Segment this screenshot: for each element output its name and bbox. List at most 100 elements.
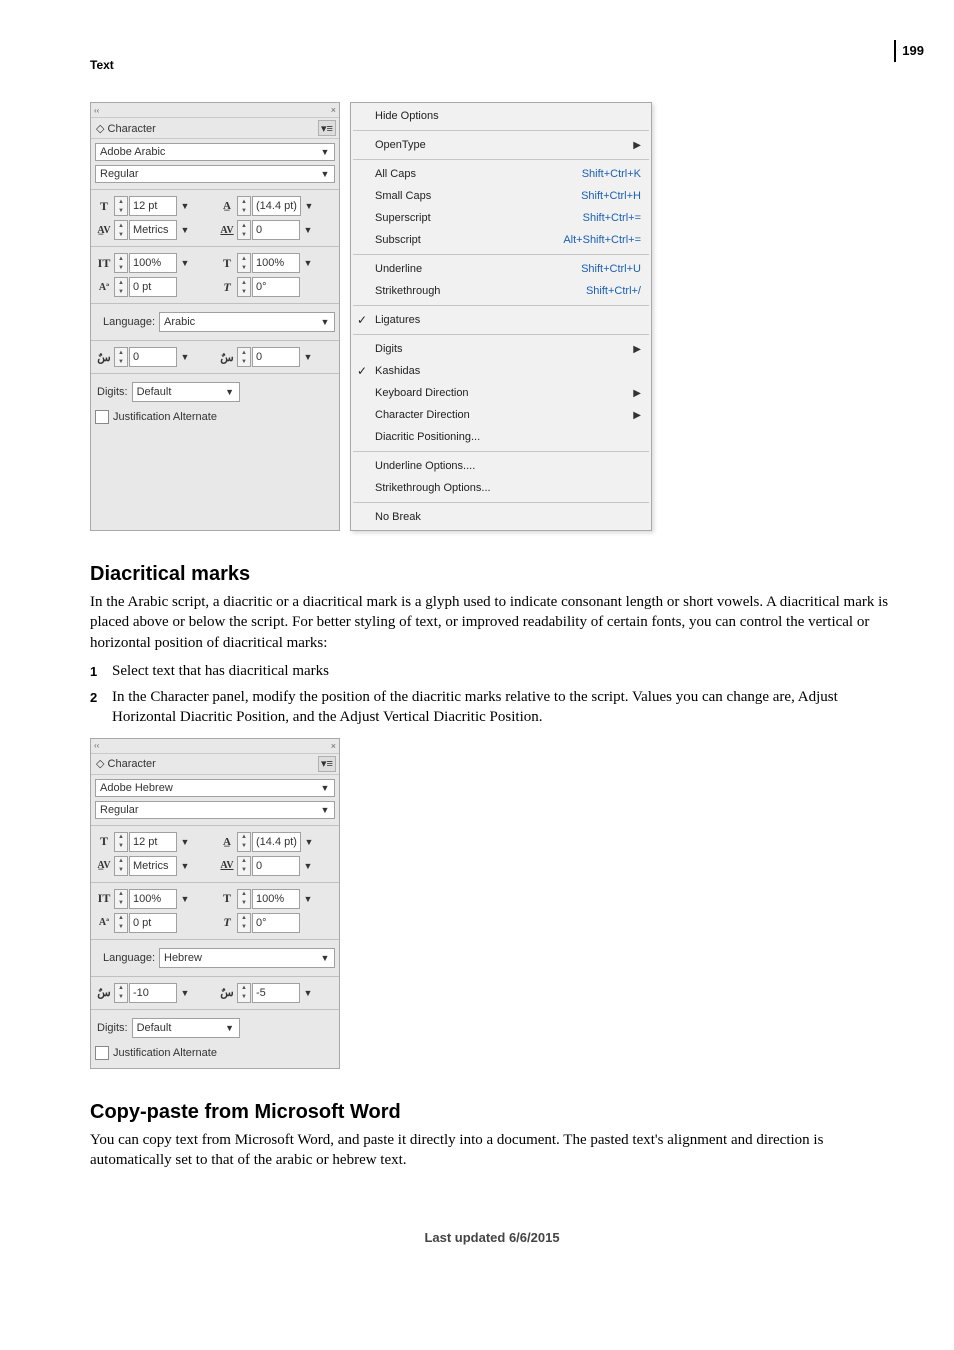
panel-menu-icon[interactable]: ▾≡ (318, 756, 336, 772)
chevron-down-icon[interactable]: ▼ (301, 985, 315, 1001)
kerning-field[interactable]: Metrics (129, 220, 177, 240)
leading-field[interactable]: (14.4 pt) (252, 832, 301, 852)
font-size-field[interactable]: 12 pt (129, 196, 177, 216)
menu-kashidas[interactable]: ✓Kashidas (351, 360, 651, 382)
vdiac-stepper[interactable]: ▲▼ (237, 983, 251, 1003)
font-style-field[interactable]: Regular ▼ (95, 165, 335, 183)
leading-field[interactable]: (14.4 pt) (252, 196, 301, 216)
justification-alternate-checkbox[interactable] (95, 410, 109, 424)
close-icon[interactable]: × (331, 105, 336, 115)
baseline-stepper[interactable]: ▲▼ (114, 277, 128, 297)
hdiac-stepper[interactable]: ▲▼ (114, 983, 128, 1003)
menu-no-break[interactable]: No Break (351, 506, 651, 528)
menu-hide-options[interactable]: Hide Options (351, 105, 651, 127)
baseline-field[interactable]: 0 pt (129, 913, 177, 933)
chevron-down-icon[interactable]: ▼ (178, 349, 192, 365)
skew-stepper[interactable]: ▲▼ (237, 913, 251, 933)
font-family-field[interactable]: Adobe Arabic ▼ (95, 143, 335, 161)
menu-strikethrough[interactable]: StrikethroughShift+Ctrl+/ (351, 280, 651, 302)
menu-keyboard-direction[interactable]: Keyboard Direction▶ (351, 382, 651, 404)
language-field[interactable]: Hebrew ▼ (159, 948, 335, 968)
tracking-stepper[interactable]: ▲▼ (237, 220, 251, 240)
baseline-field[interactable]: 0 pt (129, 277, 177, 297)
size-stepper[interactable]: ▲▼ (114, 196, 128, 216)
check-icon: ✓ (357, 313, 367, 327)
font-style-field[interactable]: Regular ▼ (95, 801, 335, 819)
heading-diacritical-marks: Diacritical marks (90, 563, 894, 586)
chevron-down-icon[interactable]: ▼ (178, 255, 192, 271)
size-stepper[interactable]: ▲▼ (114, 832, 128, 852)
language-field[interactable]: Arabic ▼ (159, 312, 335, 332)
digits-field[interactable]: Default ▼ (132, 382, 240, 402)
kerning-stepper[interactable]: ▲▼ (114, 856, 128, 876)
menu-subscript[interactable]: SubscriptAlt+Shift+Ctrl+= (351, 229, 651, 251)
chevron-down-icon[interactable]: ▼ (178, 891, 192, 907)
hscale-stepper[interactable]: ▲▼ (237, 253, 251, 273)
chevron-down-icon[interactable]: ▼ (301, 891, 315, 907)
vdiac-field[interactable]: 0 (252, 347, 300, 367)
chevron-down-icon[interactable]: ▼ (178, 198, 192, 214)
tracking-stepper[interactable]: ▲▼ (237, 856, 251, 876)
chevron-down-icon[interactable]: ▼ (302, 834, 316, 850)
digits-field[interactable]: Default ▼ (132, 1018, 240, 1038)
menu-ligatures[interactable]: ✓Ligatures (351, 309, 651, 331)
chevron-down-icon[interactable]: ▼ (301, 349, 315, 365)
kerning-field[interactable]: Metrics (129, 856, 177, 876)
hdiac-stepper[interactable]: ▲▼ (114, 347, 128, 367)
chevron-down-icon: ▼ (318, 780, 332, 796)
vscale-field[interactable]: 100% (129, 889, 177, 909)
paragraph-copy-paste: You can copy text from Microsoft Word, a… (90, 1130, 894, 1171)
font-size-field[interactable]: 12 pt (129, 832, 177, 852)
tracking-field[interactable]: 0 (252, 220, 300, 240)
hscale-field[interactable]: 100% (252, 253, 300, 273)
leading-stepper[interactable]: ▲▼ (237, 832, 251, 852)
kerning-stepper[interactable]: ▲▼ (114, 220, 128, 240)
collapse-arrows-icon[interactable]: ‹‹ (94, 741, 99, 750)
hdiac-field[interactable]: -10 (129, 983, 177, 1003)
menu-character-direction[interactable]: Character Direction▶ (351, 404, 651, 426)
vdiac-stepper[interactable]: ▲▼ (237, 347, 251, 367)
character-panel-menu: Hide Options OpenType▶ All CapsShift+Ctr… (350, 102, 652, 531)
chevron-down-icon[interactable]: ▼ (301, 222, 315, 238)
collapse-arrows-icon[interactable]: ‹‹ (94, 106, 99, 115)
chevron-down-icon[interactable]: ▼ (178, 834, 192, 850)
hscale-field[interactable]: 100% (252, 889, 300, 909)
chevron-down-icon[interactable]: ▼ (301, 255, 315, 271)
chevron-down-icon: ▼ (318, 314, 332, 330)
menu-all-caps[interactable]: All CapsShift+Ctrl+K (351, 163, 651, 185)
font-family-field[interactable]: Adobe Hebrew ▼ (95, 779, 335, 797)
digits-value: Default (137, 386, 172, 398)
baseline-stepper[interactable]: ▲▼ (114, 913, 128, 933)
vscale-icon: IT (95, 254, 113, 272)
menu-diacritic-positioning[interactable]: Diacritic Positioning... (351, 426, 651, 448)
panel-menu-icon[interactable]: ▾≡ (318, 120, 336, 136)
skew-field[interactable]: 0° (252, 913, 300, 933)
menu-underline-options[interactable]: Underline Options.... (351, 455, 651, 477)
footer-updated: Last updated 6/6/2015 (90, 1230, 894, 1245)
skew-stepper[interactable]: ▲▼ (237, 277, 251, 297)
menu-opentype[interactable]: OpenType▶ (351, 134, 651, 156)
submenu-arrow-icon: ▶ (625, 410, 641, 421)
submenu-arrow-icon: ▶ (625, 388, 641, 399)
chevron-down-icon[interactable]: ▼ (302, 198, 316, 214)
vdiac-field[interactable]: -5 (252, 983, 300, 1003)
vscale-field[interactable]: 100% (129, 253, 177, 273)
close-icon[interactable]: × (331, 741, 336, 751)
hdiac-field[interactable]: 0 (129, 347, 177, 367)
menu-digits[interactable]: Digits▶ (351, 338, 651, 360)
tracking-field[interactable]: 0 (252, 856, 300, 876)
vscale-stepper[interactable]: ▲▼ (114, 253, 128, 273)
chevron-down-icon[interactable]: ▼ (178, 985, 192, 1001)
leading-stepper[interactable]: ▲▼ (237, 196, 251, 216)
chevron-down-icon[interactable]: ▼ (301, 858, 315, 874)
justification-alternate-checkbox[interactable] (95, 1046, 109, 1060)
menu-underline[interactable]: UnderlineShift+Ctrl+U (351, 258, 651, 280)
chevron-down-icon[interactable]: ▼ (178, 222, 192, 238)
menu-superscript[interactable]: SuperscriptShift+Ctrl+= (351, 207, 651, 229)
chevron-down-icon[interactable]: ▼ (178, 858, 192, 874)
hscale-stepper[interactable]: ▲▼ (237, 889, 251, 909)
skew-field[interactable]: 0° (252, 277, 300, 297)
menu-small-caps[interactable]: Small CapsShift+Ctrl+H (351, 185, 651, 207)
vscale-stepper[interactable]: ▲▼ (114, 889, 128, 909)
menu-strikethrough-options[interactable]: Strikethrough Options... (351, 477, 651, 499)
